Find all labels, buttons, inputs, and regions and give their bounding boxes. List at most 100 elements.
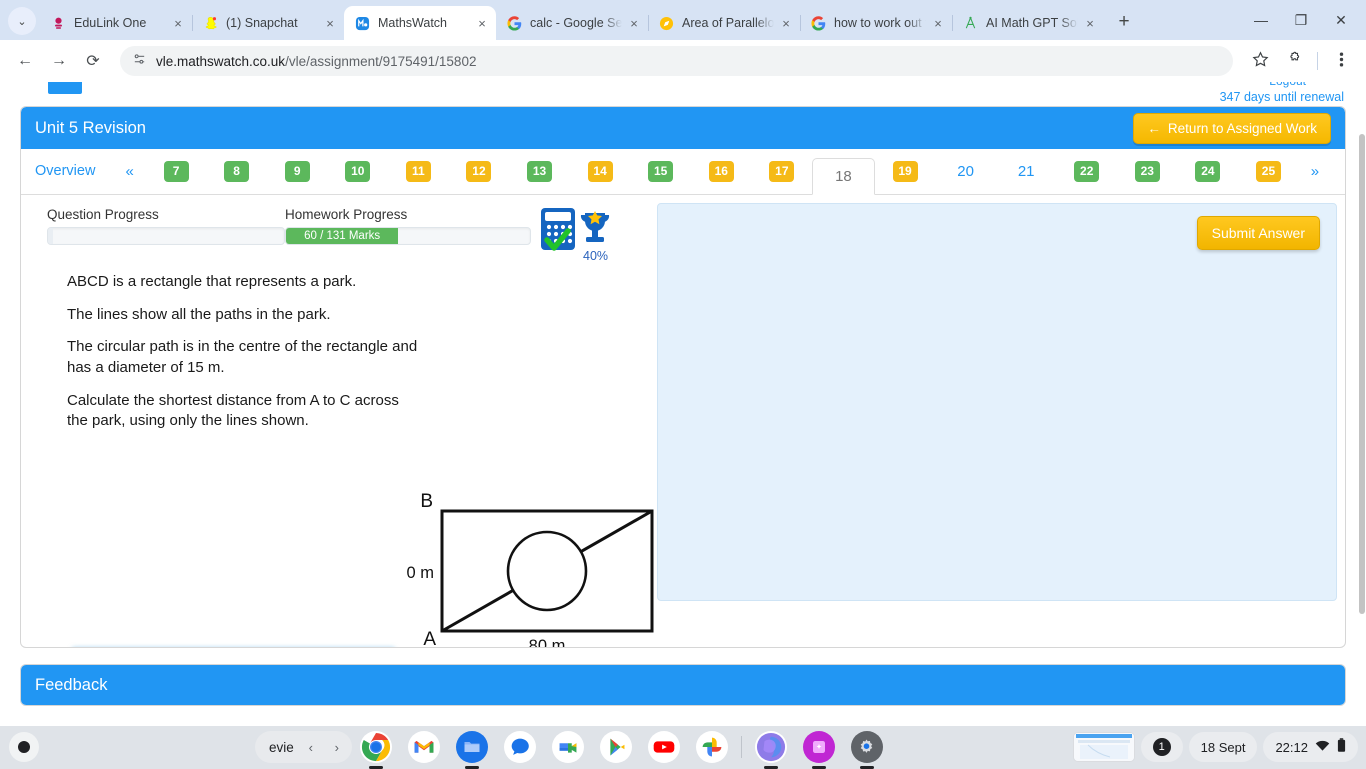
user-switcher[interactable]: evie ‹ › [255, 731, 352, 763]
question-tab-18-active[interactable]: 18 [812, 158, 875, 195]
tab-area-of-parallelogram[interactable]: Area of Parallelo × [648, 6, 801, 40]
user-name: evie [269, 739, 294, 755]
question-badge: 20 [957, 162, 974, 180]
page-scrollbar[interactable] [1358, 82, 1366, 726]
question-line-2: The lines show all the paths in the park… [67, 305, 331, 323]
close-icon[interactable]: × [322, 15, 338, 31]
question-badge: 23 [1134, 160, 1160, 182]
question-tab-15[interactable]: 15 [630, 148, 691, 194]
question-tab-20[interactable]: 20 [935, 148, 996, 194]
question-tab-25[interactable]: 25 [1238, 148, 1299, 194]
copilot-icon [754, 731, 787, 763]
question-tab-21[interactable]: 21 [996, 148, 1057, 194]
submit-answer-button[interactable]: Submit Answer [1196, 216, 1320, 250]
chrome-menu-button[interactable] [1326, 46, 1356, 76]
bookmark-button[interactable] [1245, 46, 1275, 76]
question-tab-17[interactable]: 17 [752, 148, 813, 194]
next-page-button[interactable]: » [1299, 163, 1331, 180]
question-badge: 19 [892, 160, 918, 182]
address-bar[interactable]: vle.mathswatch.co.uk/vle/assignment/9175… [120, 46, 1233, 76]
window-preview-icon[interactable] [1072, 732, 1135, 762]
tune-icon[interactable] [132, 52, 147, 70]
question-badge: 8 [224, 160, 250, 182]
messages-app[interactable] [502, 729, 538, 765]
settings-app[interactable] [849, 729, 885, 769]
return-to-assigned-work-button[interactable]: ← Return to Assigned Work [1133, 112, 1331, 144]
tab-title: MathsWatch [378, 16, 448, 30]
tab-title: (1) Snapchat [226, 16, 298, 30]
question-tab-10[interactable]: 10 [328, 148, 389, 194]
tab-snapchat[interactable]: (1) Snapchat × [192, 6, 345, 40]
url-host: vle.mathswatch.co.uk [156, 53, 286, 69]
copilot-app[interactable] [753, 729, 789, 769]
tab-mathswatch[interactable]: MathsWatch × [344, 6, 496, 40]
chevron-left-icon[interactable]: ‹ [302, 740, 320, 755]
assignment-header: Unit 5 Revision ← Return to Assigned Wor… [21, 107, 1345, 149]
tab-ai-math-gpt[interactable]: AI Math GPT Solv × [952, 6, 1104, 40]
date-tray[interactable]: 18 Sept [1188, 732, 1258, 762]
url-path: /vle/assignment/9175491/15802 [285, 53, 477, 69]
question-tab-14[interactable]: 14 [570, 148, 631, 194]
close-window-button[interactable]: ✕ [1324, 4, 1358, 36]
question-badge: 16 [708, 160, 734, 182]
homework-progress-track: 60 / 131 Marks [285, 227, 531, 245]
minimize-button[interactable]: — [1244, 4, 1278, 36]
question-tab-11[interactable]: 11 [388, 148, 449, 194]
question-tab-13[interactable]: 13 [509, 148, 570, 194]
close-icon[interactable]: × [778, 15, 794, 31]
question-tab-7[interactable]: 7 [146, 148, 207, 194]
question-tab-9[interactable]: 9 [267, 148, 328, 194]
overview-link[interactable]: Overview [35, 163, 109, 179]
question-progress-fill [48, 228, 53, 244]
close-icon[interactable]: × [170, 15, 186, 31]
shelf-divider [740, 736, 742, 758]
edulink-icon [50, 15, 66, 31]
new-tab-button[interactable]: + [1110, 8, 1138, 36]
logout-link[interactable]: Logout [1269, 82, 1306, 88]
question-tab-16[interactable]: 16 [691, 148, 752, 194]
vertex-label-A: A [423, 629, 436, 648]
question-tab-12[interactable]: 12 [449, 148, 510, 194]
extensions-button[interactable] [1279, 46, 1309, 76]
files-app[interactable] [454, 729, 490, 769]
launcher-icon[interactable] [9, 732, 39, 762]
score-percent: 40% [583, 249, 609, 263]
chrome-app[interactable] [358, 729, 394, 769]
reload-button[interactable]: ⟳ [78, 46, 108, 76]
chevron-right-icon[interactable]: › [328, 740, 346, 755]
maximize-button[interactable]: ❐ [1284, 4, 1318, 36]
tab-edulink-one[interactable]: EduLink One × [40, 6, 193, 40]
question-tab-24[interactable]: 24 [1178, 148, 1239, 194]
canva-app[interactable] [801, 729, 837, 769]
prev-page-button[interactable]: « [113, 163, 145, 180]
close-icon[interactable]: × [474, 15, 490, 31]
question-tab-19[interactable]: 19 [875, 148, 936, 194]
question-work-area: Question Progress Homework Progress 60 /… [21, 195, 1345, 647]
mathswatch-icon [354, 15, 370, 31]
back-button[interactable]: ← [10, 46, 40, 76]
feedback-title: Feedback [35, 675, 108, 694]
question-tab-23[interactable]: 23 [1117, 148, 1178, 194]
optional-working-textarea[interactable]: Optional working + [71, 647, 396, 648]
question-tab-22[interactable]: 22 [1056, 148, 1117, 194]
arrow-right-icon: → [51, 52, 67, 69]
notification-count: 1 [1152, 738, 1171, 756]
notification-tray[interactable]: 1 [1140, 732, 1183, 762]
park-rectangle-diagram: B C A D 50 m 80 m [397, 491, 669, 648]
youtube-app[interactable] [646, 729, 682, 765]
tab-calc-google-search[interactable]: calc - Google Sea × [496, 6, 649, 40]
photos-app[interactable] [694, 729, 730, 765]
close-icon[interactable]: × [930, 15, 946, 31]
meet-app[interactable] [550, 729, 586, 765]
site-logo[interactable] [48, 82, 82, 94]
tab-search-button[interactable]: ⌄ [8, 7, 36, 35]
forward-button[interactable]: → [44, 46, 74, 76]
status-tray[interactable]: 22:12 [1263, 732, 1358, 762]
play-store-app[interactable] [598, 729, 634, 765]
tab-how-to-work-out[interactable]: how to work out t × [800, 6, 953, 40]
close-icon[interactable]: × [626, 15, 642, 31]
scrollbar-thumb[interactable] [1359, 134, 1365, 614]
close-icon[interactable]: × [1082, 15, 1098, 31]
gmail-app[interactable] [406, 729, 442, 765]
question-tab-8[interactable]: 8 [206, 148, 267, 194]
